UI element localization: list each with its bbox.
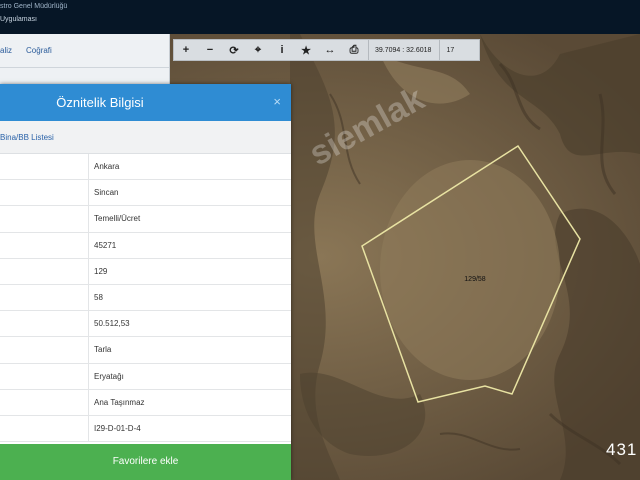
row-key xyxy=(0,284,89,311)
table-row: 45271 xyxy=(0,232,291,259)
coordinate-readout: 39.7094 : 32.6018 xyxy=(375,46,432,54)
row-value: Tarla xyxy=(94,345,112,355)
header-app-name: Uygulaması xyxy=(0,16,37,23)
table-row: Eryatağı xyxy=(0,363,291,390)
row-key xyxy=(0,415,89,442)
zoom-in-icon[interactable]: + xyxy=(174,40,198,60)
star-icon[interactable]: ★ xyxy=(294,40,318,60)
zoom-level: 17 xyxy=(446,46,455,54)
row-key xyxy=(0,232,89,258)
table-row: 50.512,53 xyxy=(0,311,291,338)
row-key xyxy=(0,180,89,206)
row-value: Sincan xyxy=(94,188,119,198)
header-agency-name: stro Genel Müdürlüğü xyxy=(0,3,68,10)
row-key xyxy=(0,154,89,180)
table-row: Temelli/Ücret xyxy=(0,206,291,233)
row-key xyxy=(0,206,89,232)
close-icon[interactable]: × xyxy=(273,94,281,109)
table-row: Sincan xyxy=(0,180,291,207)
row-value: 45271 xyxy=(94,240,117,250)
row-key xyxy=(0,363,89,389)
table-row: Ana Taşınmaz xyxy=(0,389,291,416)
map-toolbar: + − ⟳ ⌖ i ★ ↔ ⎙ 39.7094 : 32.6018 17 xyxy=(173,39,480,61)
add-to-favorites-button[interactable]: Favorilere ekle xyxy=(0,444,291,480)
print-icon[interactable]: ⎙ xyxy=(342,40,366,60)
tile-number: 431 xyxy=(606,440,638,459)
table-row: Tarla xyxy=(0,337,291,364)
row-value: Temelli/Ücret xyxy=(94,214,141,224)
locate-icon[interactable]: ⌖ xyxy=(246,40,270,60)
row-value: 58 xyxy=(94,292,103,302)
info-icon[interactable]: i xyxy=(270,40,294,60)
tab-cografi[interactable]: Coğrafi xyxy=(26,46,52,55)
table-row: 129 xyxy=(0,258,291,285)
row-value: Eryatağı xyxy=(94,371,124,381)
row-key xyxy=(0,337,89,363)
row-value: 50.512,53 xyxy=(94,319,130,329)
building-list-link[interactable]: Bina/BB Listesi xyxy=(0,121,291,154)
popup-header: Öznitelik Bilgisi × xyxy=(0,84,291,121)
row-value: I29-D-01-D-4 xyxy=(94,423,141,433)
popup-title: Öznitelik Bilgisi xyxy=(56,95,144,110)
zoom-out-icon[interactable]: − xyxy=(198,40,222,60)
row-value: 129 xyxy=(94,266,108,276)
measure-icon[interactable]: ↔ xyxy=(318,40,342,60)
attribute-table: Ankara Sincan Temelli/Ücret 45271 129 58… xyxy=(0,154,291,443)
row-key xyxy=(0,389,89,415)
table-row: Ankara xyxy=(0,154,291,181)
parcel-label: 129/58 xyxy=(464,276,486,283)
row-key xyxy=(0,311,89,337)
tab-analiz[interactable]: aliz xyxy=(0,46,12,55)
table-row: 58 xyxy=(0,284,291,312)
app-header: stro Genel Müdürlüğü Uygulaması xyxy=(0,0,640,34)
row-value: Ana Taşınmaz xyxy=(94,397,145,407)
row-value: Ankara xyxy=(94,162,120,171)
row-key xyxy=(0,258,89,284)
refresh-icon[interactable]: ⟳ xyxy=(222,40,246,60)
table-row: I29-D-01-D-4 xyxy=(0,415,291,443)
attribute-popup: Öznitelik Bilgisi × Bina/BB Listesi Anka… xyxy=(0,84,291,480)
sidebar-tabs: aliz Coğrafi xyxy=(0,34,169,68)
